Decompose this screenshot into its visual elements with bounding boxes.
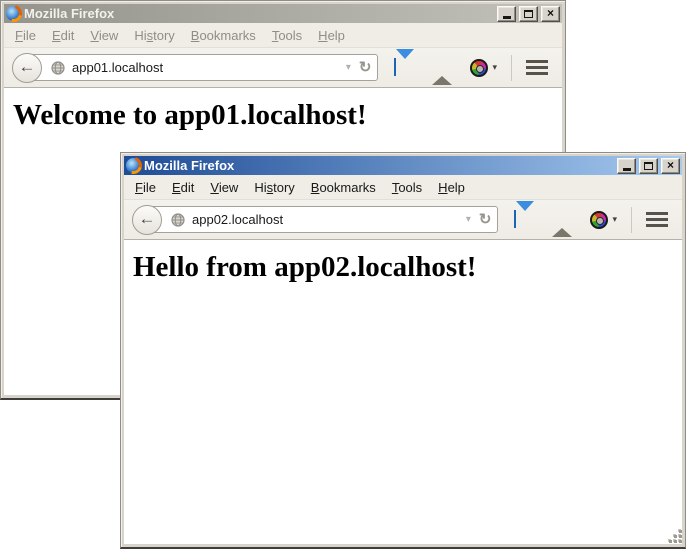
minimize-button[interactable] — [497, 6, 516, 22]
url-text: app01.localhost — [72, 60, 163, 75]
menubar: File Edit View History Bookmarks Tools H… — [124, 175, 682, 199]
minimize-icon — [503, 16, 511, 19]
menu-edit[interactable]: Edit — [44, 25, 82, 46]
page-heading: Welcome to app01.localhost! — [13, 99, 562, 132]
home-icon[interactable] — [432, 59, 452, 77]
toolbar-separator — [631, 207, 632, 233]
menubar: File Edit View History Bookmarks Tools H… — [4, 23, 562, 47]
back-button[interactable]: ← — [132, 205, 162, 235]
colorzilla-icon[interactable]: ▾ — [590, 211, 617, 229]
window-controls: × — [614, 158, 680, 174]
firefox-logo-icon — [6, 6, 21, 21]
menu-help[interactable]: Help — [430, 177, 473, 198]
menu-bookmarks[interactable]: Bookmarks — [303, 177, 384, 198]
menu-tools[interactable]: Tools — [384, 177, 430, 198]
menu-history[interactable]: History — [126, 25, 182, 46]
urlbar-dropdown-icon[interactable]: ▾ — [346, 62, 351, 73]
globe-site-icon[interactable] — [51, 61, 65, 75]
close-icon: × — [667, 159, 674, 171]
maximize-icon — [524, 10, 533, 18]
menu-file[interactable]: File — [127, 177, 164, 198]
colorzilla-icon[interactable]: ▾ — [470, 59, 497, 77]
url-text: app02.localhost — [192, 212, 283, 227]
menu-file[interactable]: File — [7, 25, 44, 46]
close-icon: × — [547, 7, 554, 19]
back-button[interactable]: ← — [12, 53, 42, 83]
minimize-icon — [623, 168, 631, 171]
browser-window-app02[interactable]: Mozilla Firefox × File Edit View History… — [120, 152, 686, 549]
url-bar[interactable]: app01.localhost ▾ ↻ — [28, 54, 378, 81]
window-controls: × — [494, 6, 560, 22]
menu-tools[interactable]: Tools — [264, 25, 310, 46]
urlbar-dropdown-icon[interactable]: ▾ — [466, 214, 471, 225]
menu-view[interactable]: View — [82, 25, 126, 46]
hamburger-menu-icon[interactable] — [526, 60, 548, 75]
maximize-button[interactable] — [639, 158, 658, 174]
menu-view[interactable]: View — [202, 177, 246, 198]
download-icon[interactable] — [394, 59, 414, 77]
menu-edit[interactable]: Edit — [164, 177, 202, 198]
menu-history[interactable]: History — [246, 177, 302, 198]
page-heading: Hello from app02.localhost! — [133, 251, 682, 284]
firefox-logo-icon — [126, 158, 141, 173]
hamburger-menu-icon[interactable] — [646, 212, 668, 227]
minimize-button[interactable] — [617, 158, 636, 174]
globe-site-icon[interactable] — [171, 213, 185, 227]
titlebar[interactable]: Mozilla Firefox × — [4, 4, 562, 23]
reload-icon[interactable]: ↻ — [359, 60, 372, 75]
maximize-icon — [644, 162, 653, 170]
home-icon[interactable] — [552, 211, 572, 229]
window-title: Mozilla Firefox — [24, 6, 491, 21]
menu-help[interactable]: Help — [310, 25, 353, 46]
titlebar[interactable]: Mozilla Firefox × — [124, 156, 682, 175]
toolbar-separator — [511, 55, 512, 81]
back-arrow-icon: ← — [19, 58, 36, 75]
chevron-down-icon: ▾ — [492, 62, 497, 73]
resize-grip[interactable] — [668, 530, 682, 544]
close-button[interactable]: × — [661, 158, 680, 174]
download-icon[interactable] — [514, 211, 534, 229]
chevron-down-icon: ▾ — [612, 214, 617, 225]
url-bar[interactable]: app02.localhost ▾ ↻ — [148, 206, 498, 233]
navigation-toolbar: ← app01.localhost ▾ ↻ ▾ — [4, 47, 562, 88]
close-button[interactable]: × — [541, 6, 560, 22]
window-title: Mozilla Firefox — [144, 158, 611, 173]
reload-icon[interactable]: ↻ — [479, 212, 492, 227]
back-arrow-icon: ← — [139, 210, 156, 227]
maximize-button[interactable] — [519, 6, 538, 22]
navigation-toolbar: ← app02.localhost ▾ ↻ ▾ — [124, 199, 682, 240]
menu-bookmarks[interactable]: Bookmarks — [183, 25, 264, 46]
page-content: Hello from app02.localhost! — [124, 240, 682, 544]
